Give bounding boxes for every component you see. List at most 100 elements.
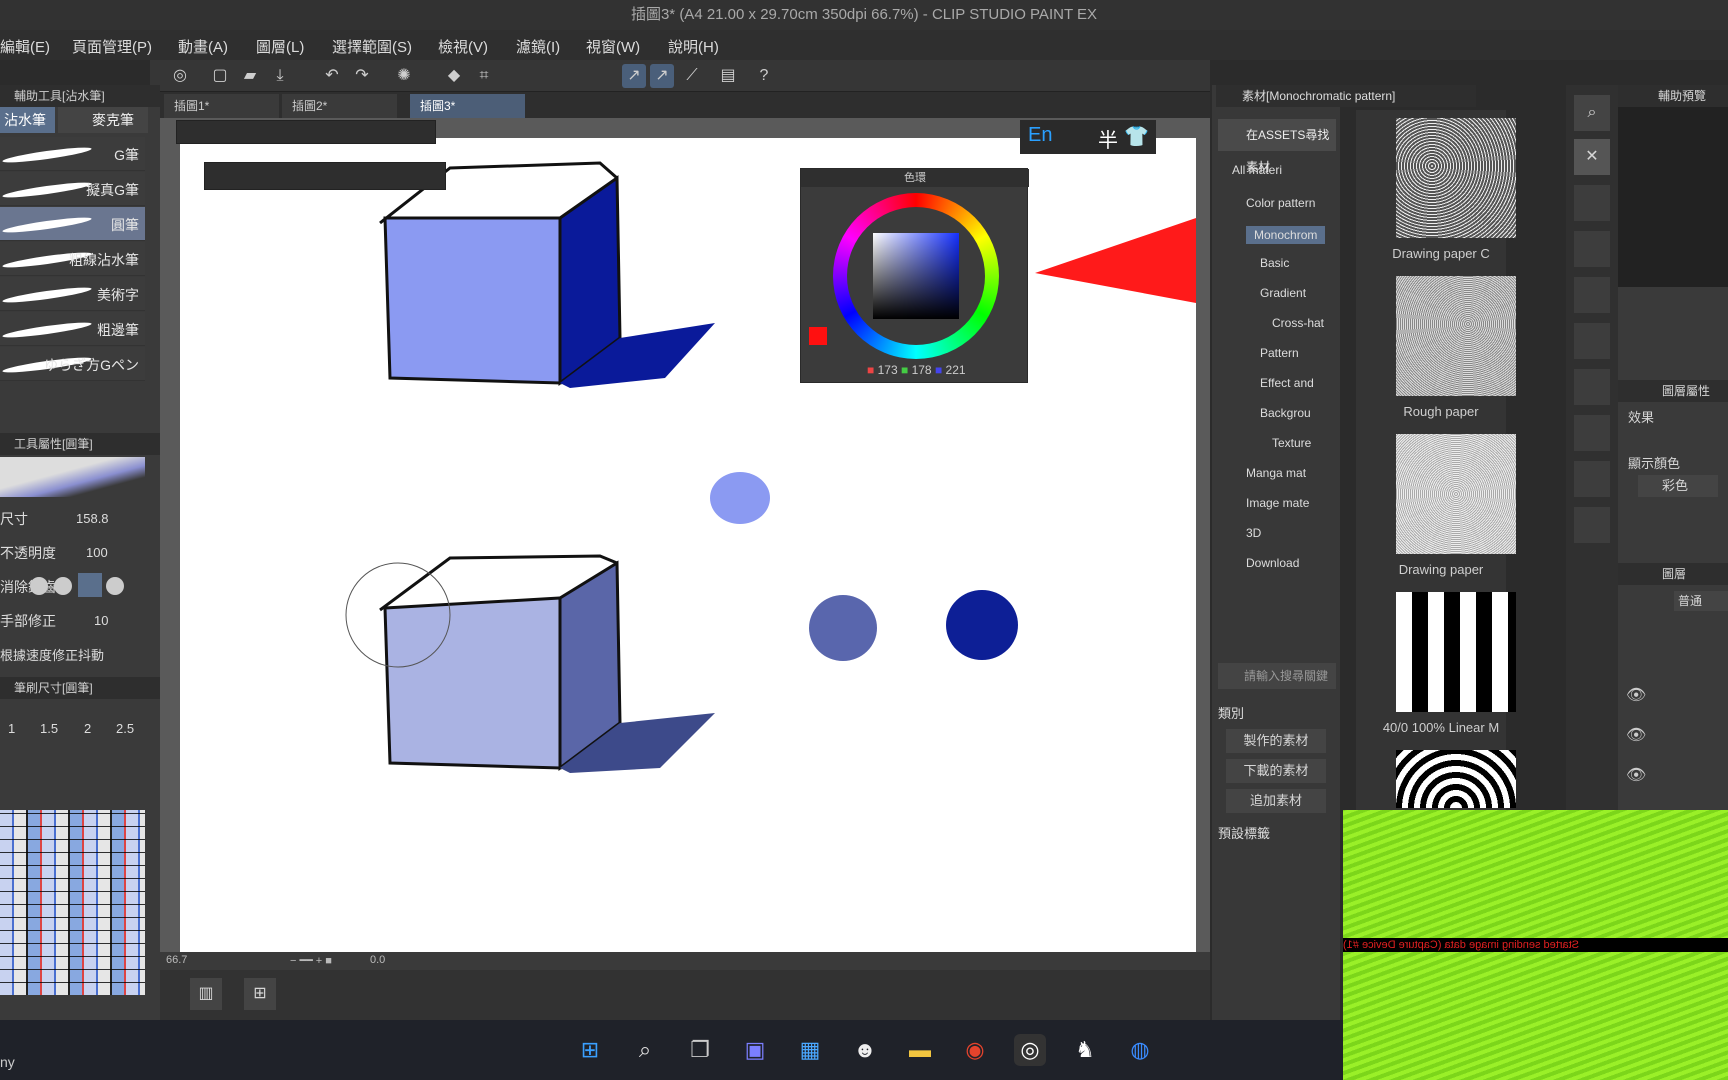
browser-app-icon[interactable]: ◍ <box>1124 1034 1156 1066</box>
document-icon[interactable]: ▤ <box>716 64 740 88</box>
menu-layer[interactable]: 圖層(L) <box>256 36 304 57</box>
layout-icon[interactable]: ⊞ <box>244 978 276 1010</box>
panel-icon[interactable] <box>1574 507 1610 543</box>
brush-real-g-pen[interactable]: 擬真G筆 <box>0 172 145 206</box>
brush-g-pen[interactable]: G筆 <box>0 137 145 171</box>
materials-search-input[interactable]: 請輸入搜尋關鍵 <box>1218 663 1336 689</box>
save-icon[interactable]: ⤓ <box>268 64 292 88</box>
clip-studio-taskbar-icon[interactable]: ◎ <box>1014 1034 1046 1066</box>
tab-ink-pen[interactable]: 沾水筆 <box>0 107 55 133</box>
brush-calligraphy[interactable]: 美術字 <box>0 277 145 311</box>
menu-view[interactable]: 檢視(V) <box>438 36 488 57</box>
panel-icon[interactable] <box>1574 185 1610 221</box>
tree-cross-hatch[interactable]: Cross-hat <box>1272 316 1324 330</box>
saturation-value-square[interactable] <box>873 233 959 319</box>
tab-illust-3[interactable]: 插圖3* <box>410 94 525 118</box>
tab-illust-2[interactable]: 插圖2* <box>282 94 397 118</box>
undo-icon[interactable]: ↶ <box>320 64 344 88</box>
file-explorer-icon[interactable]: ▬ <box>904 1034 936 1066</box>
brush-round-pen[interactable]: 圓筆 <box>0 207 145 241</box>
tree-manga-material[interactable]: Manga mat <box>1246 466 1306 480</box>
eye-icon[interactable]: 👁 <box>1626 765 1646 785</box>
search-icon[interactable]: ⌕ <box>629 1034 661 1066</box>
snap-ruler-icon[interactable]: ↗ <box>622 64 646 88</box>
clip-studio-icon[interactable]: ◎ <box>168 64 192 88</box>
brush-size-2-5[interactable]: 2.5 <box>116 721 134 736</box>
menu-animation[interactable]: 動畫(A) <box>178 36 228 57</box>
new-file-icon[interactable]: ▢ <box>208 64 232 88</box>
menu-page[interactable]: 頁面管理(P) <box>72 36 152 57</box>
rotation-value[interactable]: 0.0 <box>370 954 385 966</box>
panel-icon[interactable] <box>1574 231 1610 267</box>
panel-icon[interactable] <box>1574 277 1610 313</box>
menu-edit[interactable]: 編輯(E) <box>0 36 50 57</box>
drawing-canvas[interactable] <box>180 138 1196 954</box>
antialias-weak[interactable] <box>54 577 72 595</box>
panel-icon[interactable] <box>1574 369 1610 405</box>
menu-filter[interactable]: 濾鏡(I) <box>516 36 560 57</box>
antialias-medium[interactable] <box>78 573 102 597</box>
snap-grid-icon[interactable]: ⟋ <box>680 64 704 88</box>
panel-icon[interactable] <box>1574 461 1610 497</box>
antialias-none[interactable] <box>30 577 48 595</box>
tree-basic[interactable]: Basic <box>1260 256 1289 270</box>
speed-correction-row[interactable]: 根據速度修正抖動 <box>0 639 145 669</box>
ime-indicator[interactable]: En 半 👕 <box>1020 120 1156 154</box>
task-view-icon[interactable]: ❐ <box>684 1034 716 1066</box>
panel-icon[interactable] <box>1574 323 1610 359</box>
menu-window[interactable]: 視窗(W) <box>586 36 640 57</box>
color-set-palette[interactable] <box>0 810 145 995</box>
brush-size-2[interactable]: 2 <box>84 721 91 736</box>
search-icon[interactable]: ⌕ <box>1574 95 1610 131</box>
eye-icon[interactable]: 👁 <box>1626 725 1646 745</box>
tree-image-material[interactable]: Image mate <box>1246 496 1309 510</box>
tab-marker[interactable]: 麥克筆 <box>58 107 148 133</box>
floating-panel-bar[interactable] <box>176 120 436 144</box>
tree-download[interactable]: Download <box>1246 556 1299 570</box>
zoom-slider[interactable]: − ━━ + ■ <box>290 954 332 967</box>
alien-app-icon[interactable]: ☻ <box>849 1034 881 1066</box>
eye-icon[interactable]: 👁 <box>1626 685 1646 705</box>
tree-3d[interactable]: 3D <box>1246 526 1261 540</box>
tree-color-pattern[interactable]: Color pattern <box>1246 196 1315 210</box>
open-folder-icon[interactable]: ▰ <box>238 64 262 88</box>
display-color-select[interactable]: 彩色 <box>1638 475 1718 497</box>
tree-effect[interactable]: Effect and <box>1260 376 1314 390</box>
tree-pattern[interactable]: Pattern <box>1260 346 1299 360</box>
antialias-strong[interactable] <box>106 577 124 595</box>
brush-size-1-5[interactable]: 1.5 <box>40 721 58 736</box>
snap-special-icon[interactable]: ↗ <box>650 64 674 88</box>
help-icon[interactable]: ? <box>752 64 776 88</box>
panel-icon[interactable] <box>1574 415 1610 451</box>
tree-gradient[interactable]: Gradient <box>1260 286 1306 300</box>
opacity-value[interactable]: 100 <box>86 545 108 560</box>
stabilization-value[interactable]: 10 <box>94 613 108 628</box>
brush-size-1[interactable]: 1 <box>8 721 15 736</box>
size-value[interactable]: 158.8 <box>76 511 109 526</box>
tree-monochrome[interactable]: Monochrom <box>1246 226 1326 244</box>
blend-mode-select[interactable]: 普通 <box>1674 591 1728 611</box>
windows-start-icon[interactable]: ⊞ <box>574 1034 606 1066</box>
tree-background[interactable]: Backgrou <box>1260 406 1311 420</box>
brush-wobble-g-pen[interactable]: ゆらぎ方Gペン <box>0 347 145 381</box>
qq-icon[interactable]: ♞ <box>1069 1034 1101 1066</box>
my-materials-button[interactable]: 製作的素材 <box>1226 729 1326 753</box>
added-materials-button[interactable]: 追加素材 <box>1226 789 1326 813</box>
store-icon[interactable]: ▦ <box>794 1034 826 1066</box>
teams-icon[interactable]: ▣ <box>739 1034 771 1066</box>
downloaded-materials-button[interactable]: 下載的素材 <box>1226 759 1326 783</box>
find-assets-button[interactable]: 在ASSETS尋找素材 <box>1218 119 1336 174</box>
brush-thick-ink[interactable]: 粗線沾水筆 <box>0 242 145 276</box>
transform-icon[interactable]: ⌗ <box>472 64 496 88</box>
brush-rough-edge[interactable]: 粗邊筆 <box>0 312 145 346</box>
chrome-icon[interactable]: ◉ <box>959 1034 991 1066</box>
redo-icon[interactable]: ↷ <box>350 64 374 88</box>
material-icon[interactable]: ✕ <box>1574 139 1610 175</box>
menu-help[interactable]: 說明(H) <box>668 36 719 57</box>
fill-icon[interactable]: ◆ <box>442 64 466 88</box>
main-color-swatch[interactable] <box>809 327 827 345</box>
page-panel-icon[interactable]: ▥ <box>190 978 222 1010</box>
menu-selection[interactable]: 選擇範圍(S) <box>332 36 412 57</box>
tree-texture[interactable]: Texture <box>1272 436 1311 450</box>
tab-illust-1[interactable]: 插圖1* <box>164 94 279 118</box>
